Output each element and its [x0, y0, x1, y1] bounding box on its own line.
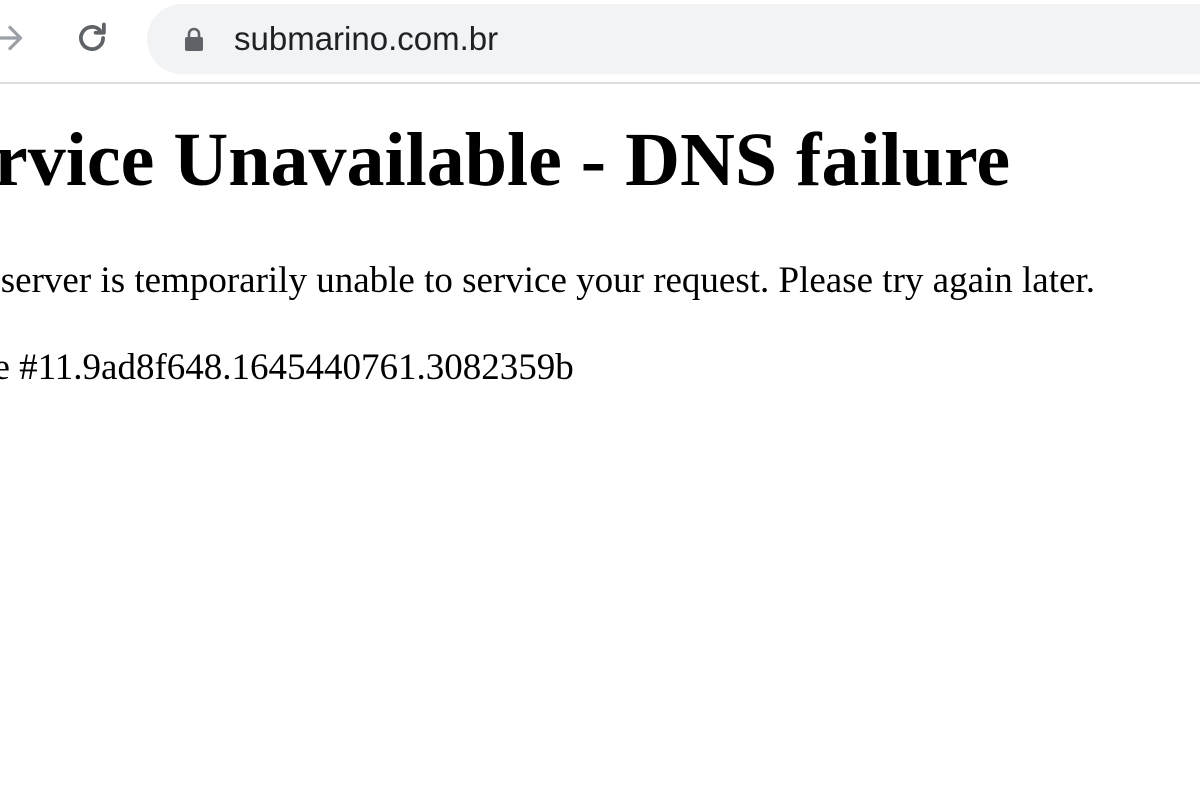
forward-arrow-icon — [0, 25, 23, 51]
forward-button[interactable] — [0, 10, 38, 66]
url-text[interactable]: submarino.com.br — [234, 19, 498, 59]
page-content: Service Unavailable - DNS failure The se… — [0, 84, 1200, 800]
reload-icon — [79, 22, 106, 51]
browser-toolbar: submarino.com.br — [0, 0, 1200, 84]
reload-button[interactable] — [64, 10, 120, 66]
lock-icon — [185, 27, 203, 51]
error-title: Service Unavailable - DNS failure — [0, 118, 1011, 202]
error-message: The server is temporarily unable to serv… — [0, 260, 1095, 301]
address-bar[interactable]: submarino.com.br — [147, 4, 1200, 74]
reference-id: Reference #11.9ad8f648.1645440761.308235… — [0, 347, 574, 388]
